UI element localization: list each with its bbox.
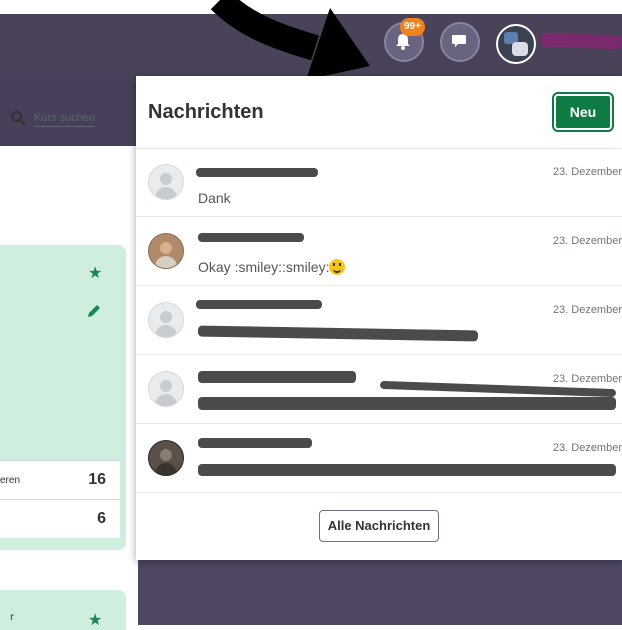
- preview-redacted: [197, 325, 479, 342]
- pencil-icon[interactable]: [86, 303, 102, 319]
- sender-redacted: [198, 438, 312, 448]
- dropdown-header: Nachrichten Neu: [136, 76, 622, 149]
- course-search[interactable]: Kurs suchen: [10, 110, 126, 126]
- preview-redacted: [198, 397, 616, 410]
- dropdown-title: Nachrichten: [148, 100, 264, 123]
- user-avatar[interactable]: [496, 24, 536, 64]
- avatar-shoulders: [155, 256, 177, 268]
- message-preview: Okay :smiley::smiley:: [198, 259, 346, 275]
- card-marker: r: [10, 612, 15, 623]
- avatar-shoulders: [155, 394, 177, 406]
- star-icon[interactable]: ★: [88, 263, 102, 282]
- avatar-shoulders: [155, 187, 177, 199]
- search-icon: [10, 110, 26, 126]
- stats-row: eren 16: [0, 460, 120, 499]
- avatar-pattern: [512, 42, 528, 56]
- search-link[interactable]: Kurs suchen: [34, 112, 126, 124]
- message-date: 23. Dezember: [552, 166, 622, 178]
- sender-redacted: [196, 300, 322, 309]
- avatar-head: [160, 242, 172, 254]
- sender-redacted: [198, 233, 304, 242]
- messages-button[interactable]: [440, 22, 480, 62]
- avatar-shoulders: [155, 325, 177, 337]
- stats-count: 16: [88, 471, 106, 488]
- messages-dropdown: Nachrichten Neu 23. Dezember Dank 23. De…: [136, 76, 622, 560]
- stats-label: eren: [0, 474, 21, 486]
- sender-redacted: [198, 371, 356, 383]
- message-preview-text: Okay :smiley::smiley:: [198, 259, 330, 275]
- course-card: r ★: [0, 590, 126, 630]
- preview-redacted: [198, 464, 616, 476]
- all-messages-button[interactable]: Alle Nachrichten: [318, 509, 440, 542]
- message-item[interactable]: 23. Dezember Dank: [136, 148, 622, 217]
- avatar-shoulders: [155, 463, 177, 475]
- message-item[interactable]: 23. Dezember Okay :smiley::smiley:: [136, 217, 622, 286]
- avatar: [148, 371, 184, 407]
- avatar: [148, 302, 184, 338]
- avatar-head: [160, 311, 172, 323]
- stats-count: 6: [97, 510, 106, 527]
- avatar-head: [160, 449, 172, 461]
- avatar: [148, 164, 184, 200]
- avatar: [148, 233, 184, 269]
- chat-bubble-icon: [452, 35, 466, 47]
- message-date: 23. Dezember: [552, 442, 622, 454]
- course-card: ★ eren 16 6: [0, 245, 126, 550]
- message-date: 23. Dezember: [552, 373, 622, 385]
- smiley-icon: [329, 259, 346, 275]
- avatar: [148, 440, 184, 476]
- sender-redacted: [196, 168, 318, 177]
- user-name-redacted[interactable]: [539, 32, 622, 50]
- avatar-head: [160, 173, 172, 185]
- message-date: 23. Dezember: [552, 235, 622, 247]
- message-date: 23. Dezember: [552, 304, 622, 316]
- star-icon[interactable]: ★: [88, 610, 102, 629]
- dropdown-footer: Alle Nachrichten: [136, 491, 622, 560]
- stats-row: 6: [0, 499, 120, 538]
- message-item[interactable]: 23. Dezember: [136, 424, 622, 493]
- message-item[interactable]: 23. Dezember: [136, 355, 622, 424]
- avatar-head: [160, 380, 172, 392]
- new-message-button[interactable]: Neu: [552, 92, 614, 132]
- notifications-badge: 99+: [400, 18, 425, 36]
- message-preview: Dank: [198, 190, 231, 206]
- message-item[interactable]: 23. Dezember: [136, 286, 622, 355]
